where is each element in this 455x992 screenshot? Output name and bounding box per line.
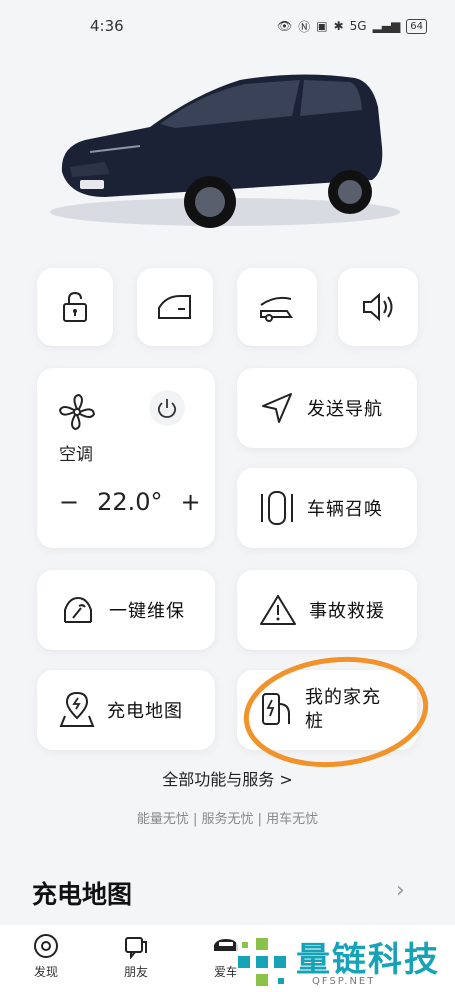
bluetooth-icon: ✱ <box>333 19 344 33</box>
fan-icon <box>58 393 96 431</box>
all-services-link[interactable]: 全部功能与服务 > <box>0 766 455 790</box>
climate-card[interactable]: 空调 − 22.0° + <box>37 368 215 548</box>
watermark-subtext: QFSP.NET <box>312 976 376 987</box>
power-icon <box>157 399 177 418</box>
signal-icon: ▂▄▆ <box>372 19 401 33</box>
status-bar: 4:36 👁 Ⓝ ▣ ✱ 5G ▂▄▆ 64 <box>0 0 455 52</box>
watermark-logo-icon <box>236 936 290 988</box>
nfc-icon: Ⓝ <box>298 19 311 34</box>
send-navigation-button[interactable]: 发送导航 <box>237 368 417 448</box>
temperature-value: 22.0° <box>97 488 163 516</box>
warning-icon <box>260 595 296 625</box>
horn-button[interactable] <box>338 268 418 346</box>
tab-discover[interactable]: 发现 <box>16 933 76 980</box>
watermark-text: 量链科技 <box>296 940 440 980</box>
vehicle-summon-label: 车辆召唤 <box>307 499 383 520</box>
car-image <box>0 52 455 242</box>
trunk-button[interactable] <box>237 268 317 346</box>
lock-button[interactable] <box>37 268 113 346</box>
eye-icon: 👁 <box>276 19 293 33</box>
temperature-control: − 22.0° + <box>59 488 201 516</box>
highlight-circle <box>243 656 429 768</box>
chevron-right-icon[interactable]: › <box>396 878 405 903</box>
navigation-arrow-icon <box>262 393 292 423</box>
tab-label: 朋友 <box>123 965 148 979</box>
chat-icon <box>125 937 147 959</box>
summon-icon <box>261 491 293 525</box>
temperature-decrease-button[interactable]: − <box>59 488 79 516</box>
tab-label: 发现 <box>33 965 58 979</box>
accident-rescue-label: 事故救援 <box>309 601 385 622</box>
status-time: 4:36 <box>90 17 124 35</box>
tab-friends[interactable]: 朋友 <box>106 933 166 980</box>
status-icons: 👁 Ⓝ ▣ ✱ 5G ▂▄▆ 64 <box>277 18 427 35</box>
door-button[interactable] <box>137 268 213 346</box>
network-label: 5G <box>349 19 367 33</box>
power-button[interactable] <box>149 390 185 426</box>
temperature-increase-button[interactable]: + <box>181 488 201 516</box>
car-door-icon <box>158 295 191 319</box>
lock-icon <box>63 291 87 322</box>
section-title: 充电地图 <box>32 880 133 909</box>
service-tagline: 能量无忧 | 服务无忧 | 用车无忧 <box>136 812 319 827</box>
wrench-car-icon <box>64 596 92 623</box>
vehicle-summon-button[interactable]: 车辆召唤 <box>237 468 417 548</box>
battery-indicator: 64 <box>406 18 427 34</box>
trunk-icon <box>260 296 293 322</box>
charge-map-label: 充电地图 <box>107 701 183 722</box>
maintenance-button[interactable]: 一键维保 <box>37 570 215 650</box>
maintenance-label: 一键维保 <box>109 601 185 622</box>
map-pin-icon <box>59 691 95 727</box>
send-navigation-label: 发送导航 <box>307 399 383 420</box>
charge-map-button[interactable]: 充电地图 <box>37 670 215 750</box>
watermark: 量链科技 QFSP.NET <box>232 932 452 992</box>
speaker-icon <box>363 292 393 322</box>
accident-rescue-button[interactable]: 事故救援 <box>237 570 417 650</box>
climate-label: 空调 <box>59 445 93 465</box>
vibrate-icon: ▣ <box>316 19 328 33</box>
discover-icon <box>34 934 58 958</box>
